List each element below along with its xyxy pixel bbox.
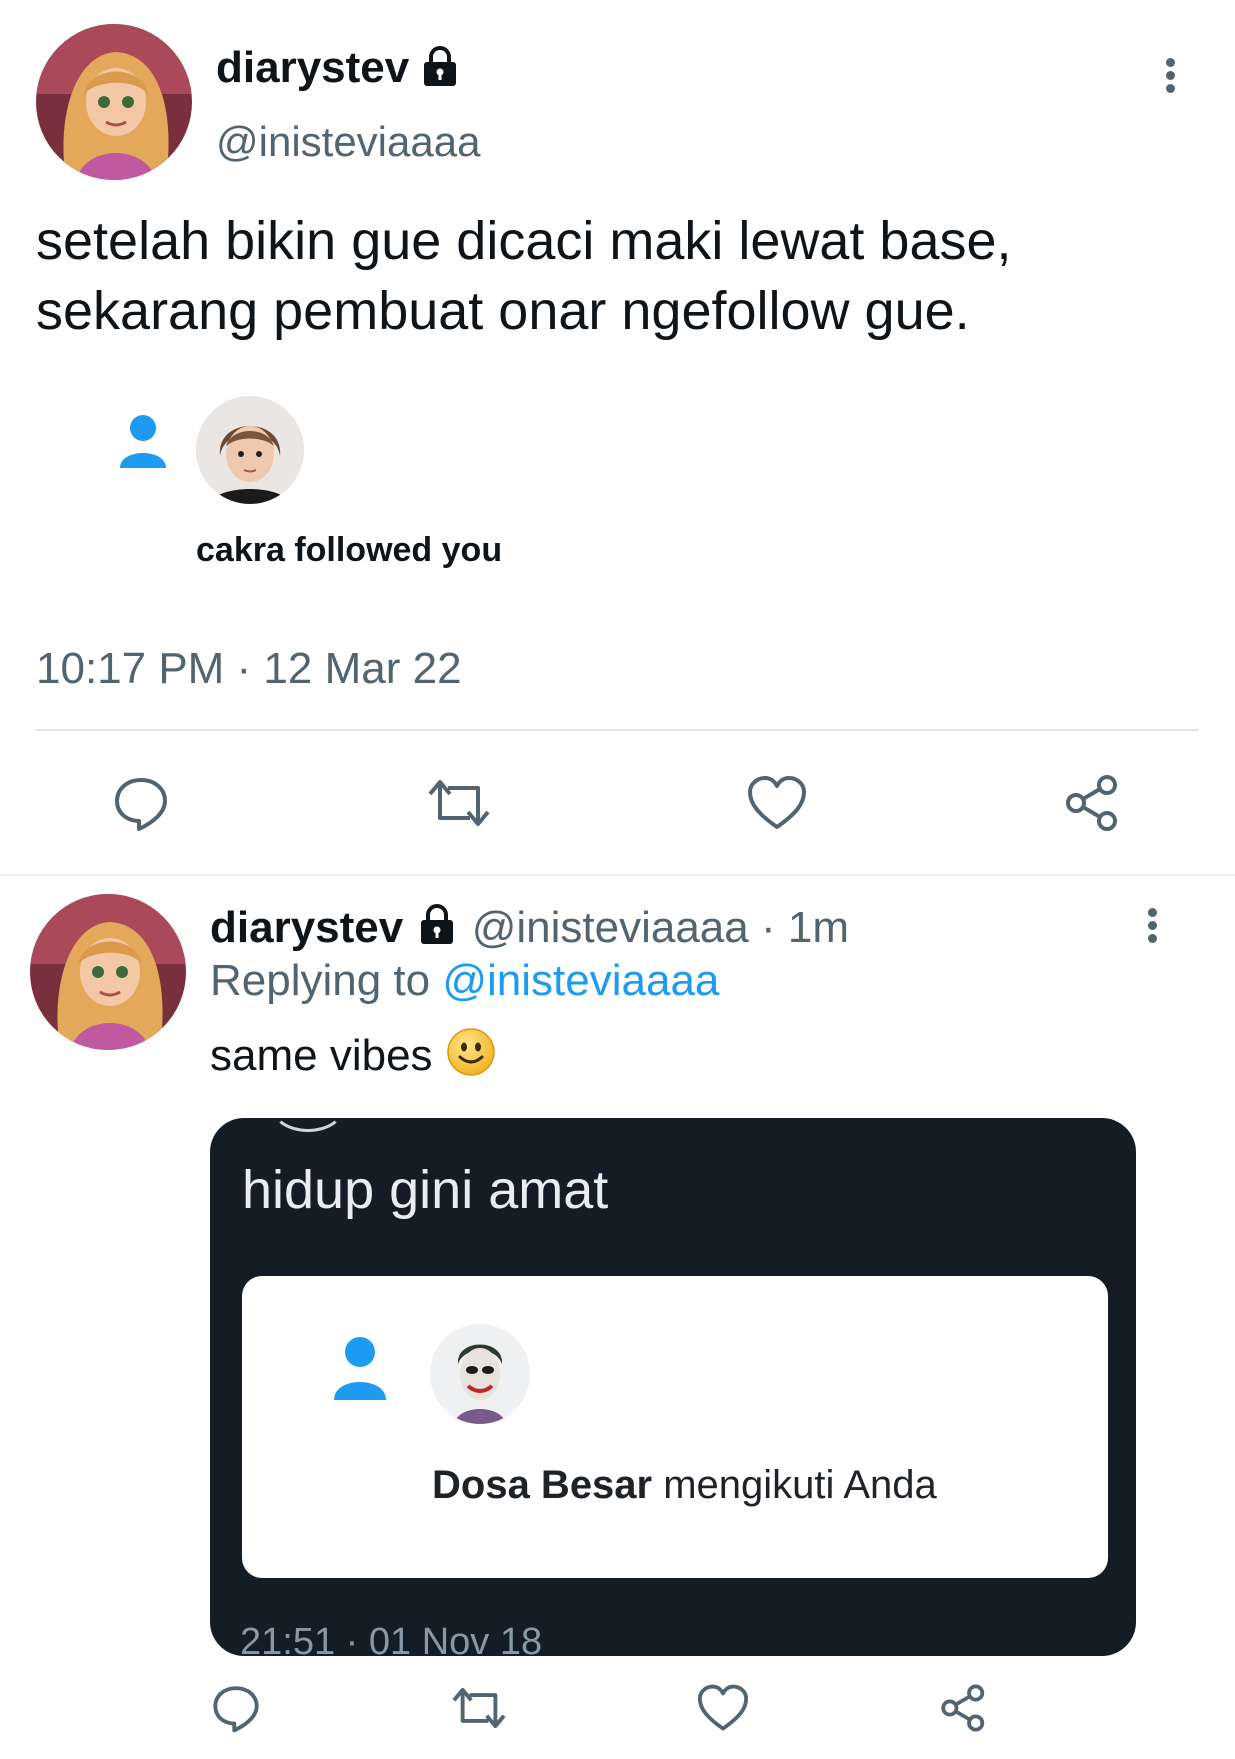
reply-time[interactable]: · 1m (749, 903, 849, 952)
person-icon (118, 410, 168, 470)
author-avatar[interactable] (36, 24, 192, 180)
embedded-notification-card: Dosa Besar mengikuti Anda (242, 1276, 1108, 1578)
like-icon (697, 1684, 749, 1731)
author-handle[interactable]: @inisteviaaaa (216, 118, 480, 166)
embedded-title: hidup gini amat (242, 1160, 609, 1220)
follow-actor: cakra (196, 531, 285, 569)
divider (36, 729, 1199, 731)
like-button[interactable] (694, 1680, 752, 1736)
follow-notification-text: cakra followed you (196, 530, 502, 570)
smile-emoji (445, 1026, 497, 1078)
replying-handle-link[interactable]: @inisteviaaaa (442, 956, 719, 1005)
like-icon (748, 776, 806, 829)
reply-text-content: same vibes (210, 1031, 433, 1080)
reply-icon (115, 778, 167, 831)
more-icon[interactable] (1148, 904, 1157, 947)
embedded-image[interactable]: hidup gini amat Dosa Besar mengikuti And… (210, 1118, 1136, 1656)
reply-button[interactable] (108, 770, 174, 836)
tweet-timestamp[interactable]: 10:17 PM · 12 Mar 22 (36, 644, 462, 694)
replying-prefix: Replying to (210, 956, 443, 1005)
embedded-action: mengikuti Anda (652, 1463, 937, 1507)
reply-button[interactable] (208, 1680, 264, 1736)
tweet-text-line-2: sekarang pembuat onar ngefollow gue. (36, 281, 970, 341)
more-icon[interactable] (1166, 54, 1175, 97)
share-button[interactable] (936, 1680, 992, 1736)
retweet-icon (452, 1687, 506, 1729)
retweet-button[interactable] (424, 770, 494, 836)
author-name[interactable]: diarystev (216, 44, 409, 92)
follow-action: followed you (284, 531, 503, 569)
embedded-notification-text: Dosa Besar mengikuti Anda (432, 1462, 937, 1508)
lock-icon (418, 44, 462, 88)
reply-author-avatar[interactable] (30, 894, 186, 1050)
lock-icon (415, 902, 459, 946)
share-button[interactable] (1060, 770, 1126, 836)
reply-header: diarystev @inisteviaaaa · 1m (210, 902, 849, 953)
retweet-button[interactable] (448, 1680, 510, 1736)
person-icon (332, 1332, 388, 1402)
share-icon (1066, 775, 1117, 831)
reply-author-handle[interactable]: @inisteviaaaa (472, 903, 749, 952)
follower-avatar (196, 396, 304, 504)
tweet-text-line-1: setelah bikin gue dicaci maki lewat base… (36, 211, 1012, 271)
joker-avatar (430, 1324, 530, 1424)
embedded-avatar-edge (270, 1118, 346, 1132)
reply-author-name[interactable]: diarystev (210, 903, 403, 952)
retweet-icon (428, 780, 490, 826)
reply-icon (213, 1686, 259, 1733)
like-button[interactable] (744, 770, 810, 836)
tweet-text: setelah bikin gue dicaci maki lewat base… (36, 206, 1012, 346)
reply-text: same vibes (210, 1026, 497, 1084)
share-icon (941, 1684, 985, 1732)
replying-to: Replying to @inisteviaaaa (210, 956, 719, 1006)
divider (0, 874, 1235, 876)
embedded-timestamp: 21:51 · 01 Nov 18 (240, 1621, 543, 1656)
embedded-actor: Dosa Besar (432, 1463, 653, 1507)
author-name-text[interactable]: diarystev (216, 43, 409, 92)
